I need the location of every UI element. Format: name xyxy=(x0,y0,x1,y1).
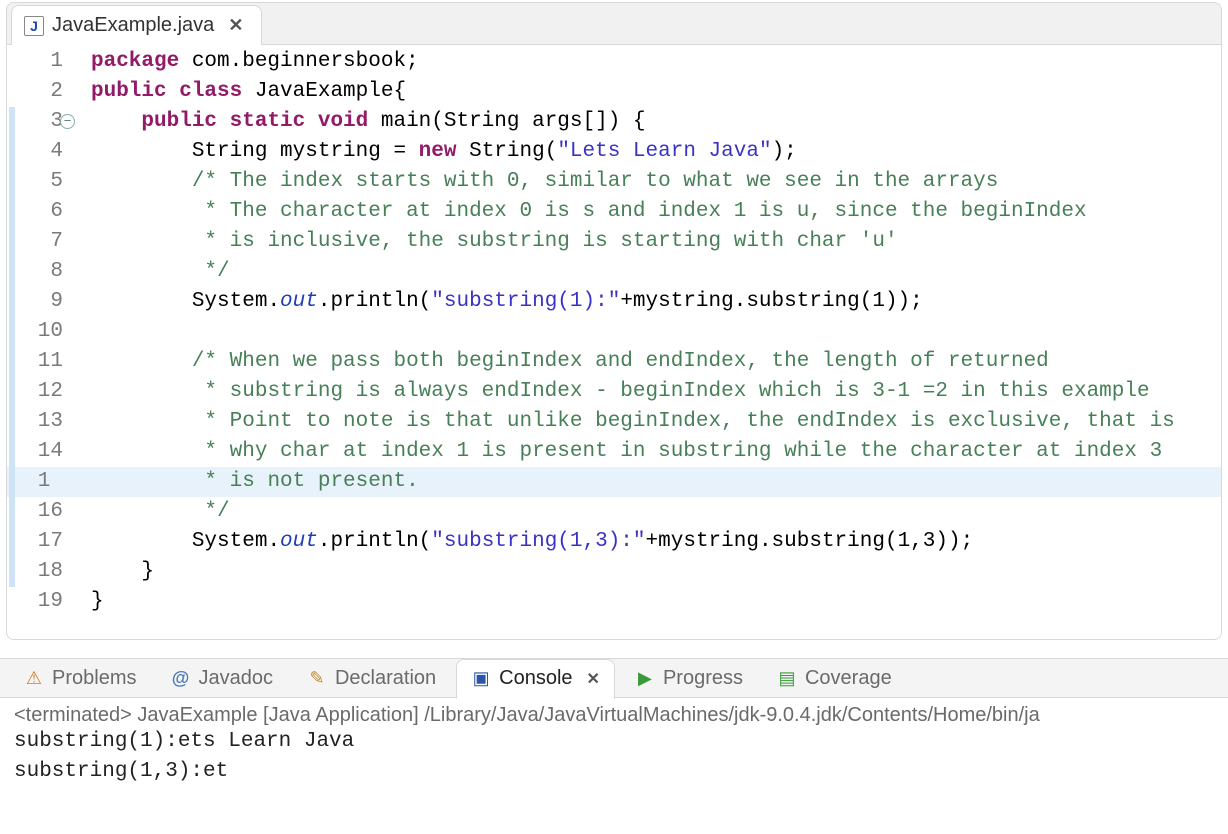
code-line[interactable]: */ xyxy=(91,497,1221,527)
line-number: 12 xyxy=(7,377,63,407)
editor-tab[interactable]: J JavaExample.java ✕ xyxy=(11,5,262,45)
tab-label: Problems xyxy=(52,667,136,690)
view-tabbar: ⚠ Problems @ Javadoc ✎ Declaration ▣ Con… xyxy=(0,658,1228,698)
tab-declaration[interactable]: ✎ Declaration xyxy=(293,658,450,698)
line-number: 18 xyxy=(7,557,63,587)
tab-javadoc[interactable]: @ Javadoc xyxy=(156,658,287,698)
code-line[interactable]: * Point to note is that unlike beginInde… xyxy=(91,407,1221,437)
method-range-strip xyxy=(9,107,15,587)
tab-label: Coverage xyxy=(805,667,892,690)
code-line[interactable]: * why char at index 1 is present in subs… xyxy=(91,437,1221,467)
code-line[interactable]: */ xyxy=(91,257,1221,287)
line-number: 7 xyxy=(7,227,63,257)
progress-icon: ▶ xyxy=(635,668,655,688)
code-line[interactable]: System.out.println("substring(1):"+mystr… xyxy=(91,287,1221,317)
line-number: 6 xyxy=(7,197,63,227)
javadoc-icon: @ xyxy=(170,668,190,688)
tab-console[interactable]: ▣ Console ✕ xyxy=(456,659,615,699)
tab-label: Javadoc xyxy=(198,667,273,690)
code-line[interactable]: * is not present. xyxy=(91,467,1221,497)
tab-progress[interactable]: ▶ Progress xyxy=(621,658,757,698)
console-output: substring(1):ets Learn Java substring(1,… xyxy=(14,727,1218,787)
line-number: 11 xyxy=(7,347,63,377)
line-number: 17 xyxy=(7,527,63,557)
line-number: 2 xyxy=(7,77,63,107)
tab-label: Declaration xyxy=(335,667,436,690)
line-number: 10 xyxy=(7,317,63,347)
tab-label: Console xyxy=(499,667,572,690)
line-number: 9 xyxy=(7,287,63,317)
code-line[interactable]: /* The index starts with 0, similar to w… xyxy=(91,167,1221,197)
coverage-icon: ▤ xyxy=(777,668,797,688)
declaration-icon: ✎ xyxy=(307,668,327,688)
code-line[interactable]: } xyxy=(91,557,1221,587)
line-number: 8 xyxy=(7,257,63,287)
code-line[interactable]: String mystring = new String("Lets Learn… xyxy=(91,137,1221,167)
java-file-icon: J xyxy=(24,16,44,36)
line-number-gutter: 123−45678910111213141516171819 xyxy=(7,45,71,619)
code-line[interactable]: /* When we pass both beginIndex and endI… xyxy=(91,347,1221,377)
line-number: 1 xyxy=(7,47,63,77)
code-line[interactable]: * The character at index 0 is s and inde… xyxy=(91,197,1221,227)
tab-coverage[interactable]: ▤ Coverage xyxy=(763,658,906,698)
code-body[interactable]: package com.beginnersbook;public class J… xyxy=(71,45,1221,619)
line-number: 5 xyxy=(7,167,63,197)
line-number: 3− xyxy=(7,107,63,137)
code-line[interactable]: System.out.println("substring(1,3):"+mys… xyxy=(91,527,1221,557)
editor-tab-title: JavaExample.java xyxy=(52,14,214,37)
editor-tabbar: J JavaExample.java ✕ xyxy=(7,3,1221,45)
bottom-panel: ⚠ Problems @ Javadoc ✎ Declaration ▣ Con… xyxy=(0,658,1228,797)
console-icon: ▣ xyxy=(471,669,491,689)
close-icon[interactable]: ✕ xyxy=(228,15,243,36)
line-number: 13 xyxy=(7,407,63,437)
code-line[interactable]: public static void main(String args[]) { xyxy=(91,107,1221,137)
line-number: 14 xyxy=(7,437,63,467)
close-icon[interactable]: ✕ xyxy=(587,669,600,689)
tab-problems[interactable]: ⚠ Problems xyxy=(10,658,150,698)
code-line[interactable]: public class JavaExample{ xyxy=(91,77,1221,107)
code-area[interactable]: 123−45678910111213141516171819 package c… xyxy=(7,45,1221,639)
code-line[interactable]: } xyxy=(91,587,1221,617)
code-line[interactable]: * substring is always endIndex - beginIn… xyxy=(91,377,1221,407)
line-number: 4 xyxy=(7,137,63,167)
line-number: 19 xyxy=(7,587,63,617)
code-line[interactable]: package com.beginnersbook; xyxy=(91,47,1221,77)
console-view[interactable]: <terminated> JavaExample [Java Applicati… xyxy=(0,698,1228,797)
code-line[interactable] xyxy=(91,317,1221,347)
tab-label: Progress xyxy=(663,667,743,690)
line-number: 16 xyxy=(7,497,63,527)
editor-pane: J JavaExample.java ✕ 123−456789101112131… xyxy=(6,2,1222,640)
console-status: <terminated> JavaExample [Java Applicati… xyxy=(14,704,1218,727)
code-line[interactable]: * is inclusive, the substring is startin… xyxy=(91,227,1221,257)
problems-icon: ⚠ xyxy=(24,668,44,688)
